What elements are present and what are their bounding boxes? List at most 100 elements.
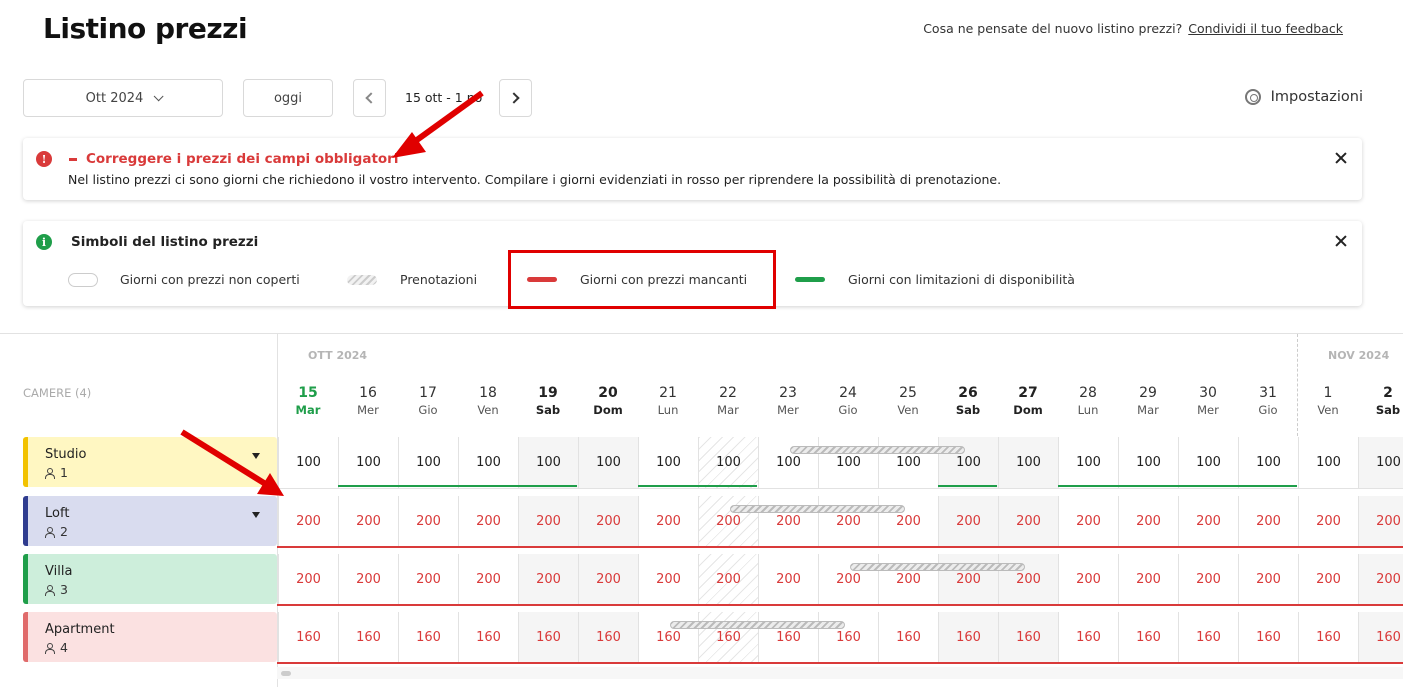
price-cell[interactable]: 160: [278, 612, 338, 664]
price-cell[interactable]: 200: [818, 496, 878, 548]
price-cell[interactable]: 160: [1178, 612, 1238, 664]
price-cell[interactable]: 200: [278, 496, 338, 548]
next-period-button[interactable]: [499, 79, 532, 117]
price-cell[interactable]: 200: [878, 496, 938, 548]
price-cell[interactable]: 200: [1238, 496, 1298, 548]
feedback-link[interactable]: Condividi il tuo feedback: [1188, 21, 1343, 36]
day-of-week: Dom: [1013, 403, 1043, 417]
price-cell[interactable]: 200: [998, 496, 1058, 548]
price-cell[interactable]: 200: [698, 554, 758, 606]
price-cell[interactable]: 160: [518, 612, 578, 664]
settings-button[interactable]: Impostazioni: [1244, 89, 1363, 105]
caret-down-icon[interactable]: [252, 453, 260, 459]
price-cell[interactable]: 200: [638, 554, 698, 606]
price-cell[interactable]: 200: [698, 496, 758, 548]
price-cell[interactable]: 100: [1358, 437, 1403, 489]
room-apartment[interactable]: Apartment 4: [23, 612, 277, 662]
price-cell[interactable]: 100: [998, 437, 1058, 489]
alert-title[interactable]: Correggere i prezzi dei campi obbligator…: [69, 151, 398, 167]
price-cell[interactable]: 200: [878, 554, 938, 606]
room-loft[interactable]: Loft 2: [23, 496, 277, 546]
missing-price-underline: [277, 604, 1403, 606]
close-icon[interactable]: [1335, 152, 1347, 164]
price-cell[interactable]: 160: [998, 612, 1058, 664]
close-icon[interactable]: [1335, 235, 1347, 247]
price-cell[interactable]: 160: [398, 612, 458, 664]
price-cell[interactable]: 200: [518, 496, 578, 548]
price-cell[interactable]: 100: [458, 437, 518, 489]
price-cell[interactable]: 200: [1358, 496, 1403, 548]
price-cell[interactable]: 200: [398, 554, 458, 606]
price-cell[interactable]: 100: [278, 437, 338, 489]
price-cell[interactable]: 200: [818, 554, 878, 606]
price-cell[interactable]: 160: [578, 612, 638, 664]
price-cell[interactable]: 200: [518, 554, 578, 606]
price-cell[interactable]: 160: [1058, 612, 1118, 664]
price-cell[interactable]: 200: [1058, 496, 1118, 548]
booking-bar[interactable]: [730, 505, 905, 513]
booking-bar[interactable]: [790, 446, 965, 454]
price-cell[interactable]: 100: [338, 437, 398, 489]
price-cell[interactable]: 100: [518, 437, 578, 489]
price-cell[interactable]: 160: [638, 612, 698, 664]
booking-bar[interactable]: [850, 563, 1025, 571]
scrollbar-thumb[interactable]: [281, 671, 291, 676]
price-cell[interactable]: 160: [818, 612, 878, 664]
price-cell[interactable]: 100: [818, 437, 878, 489]
price-cell[interactable]: 100: [1118, 437, 1178, 489]
price-cell[interactable]: 200: [1118, 496, 1178, 548]
price-cell[interactable]: 100: [578, 437, 638, 489]
price-cell[interactable]: 160: [878, 612, 938, 664]
horizontal-scrollbar[interactable]: [277, 667, 1403, 679]
price-cell[interactable]: 200: [398, 496, 458, 548]
price-cell[interactable]: 100: [1058, 437, 1118, 489]
price-cell[interactable]: 200: [338, 496, 398, 548]
price-cell[interactable]: 100: [1298, 437, 1358, 489]
price-cell[interactable]: 200: [1238, 554, 1298, 606]
price-cell[interactable]: 160: [698, 612, 758, 664]
room-studio[interactable]: Studio 1: [23, 437, 277, 487]
price-cell[interactable]: 200: [1178, 554, 1238, 606]
price-cell[interactable]: 200: [758, 554, 818, 606]
price-cell[interactable]: 200: [1358, 554, 1403, 606]
price-cell[interactable]: 200: [578, 554, 638, 606]
room-villa[interactable]: Villa 3: [23, 554, 277, 604]
month-select[interactable]: Ott 2024: [23, 79, 223, 117]
price-cell[interactable]: 160: [938, 612, 998, 664]
price-cell[interactable]: 200: [278, 554, 338, 606]
day-header: 27 Dom: [998, 383, 1058, 417]
price-cell[interactable]: 160: [1118, 612, 1178, 664]
price-cell[interactable]: 200: [458, 496, 518, 548]
booking-bar[interactable]: [670, 621, 845, 629]
price-cell[interactable]: 100: [938, 437, 998, 489]
price-cell[interactable]: 200: [458, 554, 518, 606]
price-cell[interactable]: 200: [1298, 554, 1358, 606]
price-cell[interactable]: 160: [1358, 612, 1403, 664]
caret-down-icon[interactable]: [252, 512, 260, 518]
price-cell[interactable]: 200: [1178, 496, 1238, 548]
price-cell[interactable]: 160: [458, 612, 518, 664]
today-button[interactable]: oggi: [243, 79, 333, 117]
price-cell[interactable]: 100: [638, 437, 698, 489]
price-cell[interactable]: 200: [578, 496, 638, 548]
price-cell[interactable]: 100: [878, 437, 938, 489]
price-cell[interactable]: 100: [1178, 437, 1238, 489]
price-cell[interactable]: 100: [1238, 437, 1298, 489]
price-cell[interactable]: 200: [638, 496, 698, 548]
price-cell[interactable]: 160: [758, 612, 818, 664]
price-cell[interactable]: 200: [998, 554, 1058, 606]
price-cell[interactable]: 160: [1238, 612, 1298, 664]
price-cell[interactable]: 200: [758, 496, 818, 548]
price-cell[interactable]: 200: [1298, 496, 1358, 548]
price-cell[interactable]: 200: [1058, 554, 1118, 606]
price-cell[interactable]: 200: [1118, 554, 1178, 606]
price-cell[interactable]: 100: [398, 437, 458, 489]
price-cell[interactable]: 200: [938, 554, 998, 606]
price-cell[interactable]: 100: [698, 437, 758, 489]
price-cell[interactable]: 100: [758, 437, 818, 489]
price-cell[interactable]: 200: [338, 554, 398, 606]
price-cell[interactable]: 160: [338, 612, 398, 664]
prev-period-button[interactable]: [353, 79, 386, 117]
price-cell[interactable]: 200: [938, 496, 998, 548]
price-cell[interactable]: 160: [1298, 612, 1358, 664]
